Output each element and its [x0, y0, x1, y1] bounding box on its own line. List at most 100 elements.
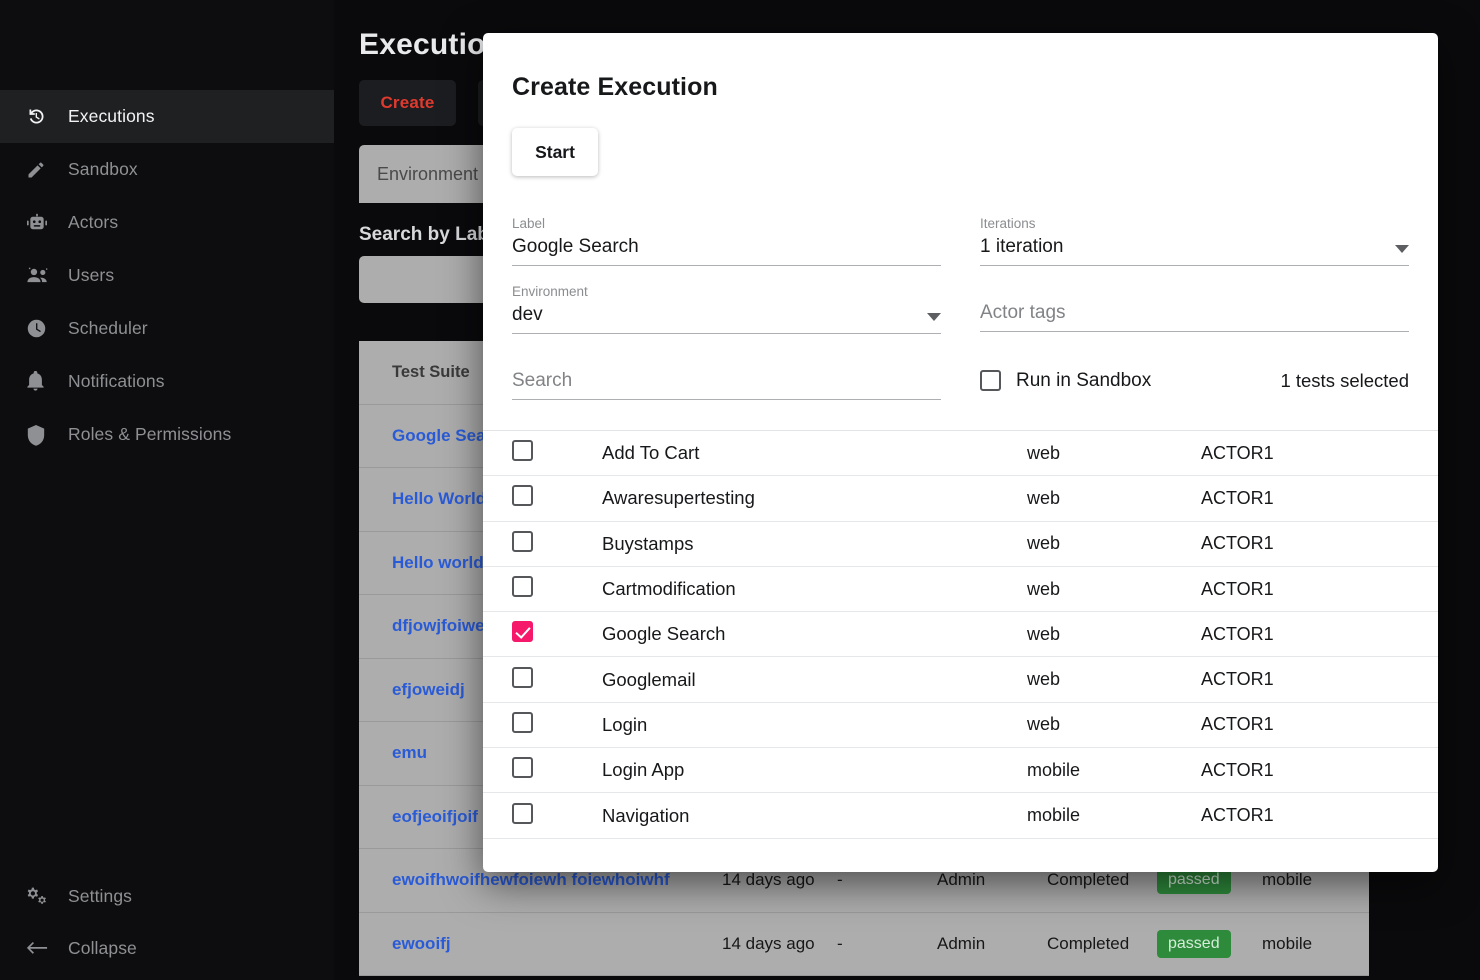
test-list-item[interactable]: Googlemail web ACTOR1 [483, 657, 1438, 703]
run-in-sandbox-checkbox[interactable] [980, 370, 1001, 391]
test-search-placeholder: Search [512, 370, 573, 391]
execution-type: mobile [1262, 933, 1313, 953]
test-checkbox[interactable] [512, 802, 533, 824]
execution-duration: - [837, 933, 843, 953]
test-select-cell[interactable] [512, 711, 602, 738]
test-name: Navigation [602, 804, 690, 826]
test-name: Login [602, 713, 648, 735]
execution-status: Completed [1047, 870, 1130, 890]
robot-icon [26, 212, 52, 234]
table-row[interactable]: ewooifj 14 days ago - Admin Completed passed m… [359, 913, 1369, 976]
label-field-caption: Label [512, 216, 546, 231]
test-name: Google Search [602, 623, 726, 645]
test-select-cell[interactable] [512, 802, 602, 829]
sidebar-item-notifications[interactable]: Notifications [0, 355, 334, 408]
sidebar-item-label: Sandbox [68, 159, 138, 179]
create-button[interactable]: Create [359, 80, 456, 126]
test-actor: ACTOR1 [1201, 578, 1274, 599]
test-type: web [1027, 669, 1061, 690]
test-checkbox[interactable] [512, 757, 533, 779]
sidebar-item-users[interactable]: Users [0, 249, 334, 302]
test-select-cell[interactable] [512, 440, 602, 466]
sidebar-bottom: Settings Collapse [0, 870, 334, 980]
sidebar-item-label: Roles & Permissions [68, 424, 232, 444]
start-button[interactable]: Start [512, 128, 598, 176]
test-checkbox[interactable] [512, 485, 533, 507]
history-icon [26, 106, 52, 128]
test-type: web [1027, 442, 1061, 463]
test-list-item[interactable]: Google Search web ACTOR1 [483, 612, 1438, 658]
test-select-cell[interactable] [512, 576, 602, 602]
sidebar-nav: Executions Sandbox Actors Users Scheduler Not… [0, 90, 334, 461]
execution-suite-link[interactable]: ewooifj [392, 934, 722, 954]
test-actor: ACTOR1 [1201, 669, 1274, 690]
app-root: Executions Sandbox Actors Users Scheduler Not… [0, 0, 1480, 980]
test-search-field[interactable]: Search [512, 334, 941, 400]
clock-icon [26, 318, 52, 340]
test-list-item[interactable]: Buystamps web ACTOR1 [483, 522, 1438, 567]
test-select-cell[interactable] [512, 757, 602, 783]
shield-icon [26, 424, 52, 446]
execution-duration: - [837, 870, 843, 890]
test-name: Googlemail [602, 668, 696, 690]
test-select-cell[interactable] [512, 621, 602, 647]
execution-user: Admin [937, 933, 986, 953]
test-checkbox[interactable] [512, 666, 533, 688]
test-name: Buystamps [602, 532, 694, 554]
sidebar-item-collapse[interactable]: Collapse [0, 922, 334, 974]
sidebar-item-sandbox[interactable]: Sandbox [0, 143, 334, 196]
test-select-cell[interactable] [512, 485, 602, 511]
sidebar-item-scheduler[interactable]: Scheduler [0, 302, 334, 355]
test-list-item[interactable]: Awaresupertesting web ACTOR1 [483, 476, 1438, 522]
test-checkbox[interactable] [512, 711, 533, 733]
execution-user: Admin [937, 870, 986, 890]
execution-suite-link[interactable]: ewoifhwoifhewfoiewh foiewhoiwhf [392, 870, 722, 890]
create-execution-dialog: Create Execution Start Label Google Sear… [483, 33, 1438, 872]
test-select-cell[interactable] [512, 666, 602, 693]
test-list-item[interactable]: Add To Cart web ACTOR1 [483, 431, 1438, 477]
test-select-cell[interactable] [512, 530, 602, 557]
test-actor: ACTOR1 [1201, 487, 1274, 508]
sidebar-item-executions[interactable]: Executions [0, 90, 334, 143]
test-checkbox[interactable] [512, 576, 533, 598]
execution-result: passed [1157, 929, 1262, 958]
test-actor: ACTOR1 [1201, 805, 1274, 826]
label-field-value: Google Search [512, 236, 639, 257]
test-actor: ACTOR1 [1201, 442, 1274, 463]
chevron-down-icon[interactable] [1395, 245, 1409, 253]
gear-icon [26, 885, 52, 907]
actor-tags-placeholder: Actor tags [980, 302, 1066, 323]
sidebar-item-label: Notifications [68, 371, 165, 391]
test-name: Cartmodification [602, 578, 736, 600]
sidebar-item-label: Users [68, 265, 115, 285]
test-list-item[interactable]: Navigation mobile ACTOR1 [483, 793, 1438, 839]
chevron-down-icon[interactable] [927, 313, 941, 321]
sidebar-item-roles-permissions[interactable]: Roles & Permissions [0, 408, 334, 461]
users-icon [26, 265, 52, 287]
test-type: web [1027, 578, 1061, 599]
test-type: web [1027, 714, 1061, 735]
sidebar-item-settings[interactable]: Settings [0, 870, 334, 922]
test-actor: ACTOR1 [1201, 759, 1274, 780]
environment-field[interactable]: Environment dev [512, 266, 941, 334]
test-list-item[interactable]: Login web ACTOR1 [483, 703, 1438, 749]
test-name: Awaresupertesting [602, 487, 755, 509]
sidebar-item-label: Collapse [68, 937, 137, 958]
run-in-sandbox-toggle[interactable]: Run in Sandbox [980, 370, 1151, 392]
test-type: mobile [1027, 759, 1081, 780]
tests-selected-count: 1 tests selected [1280, 369, 1409, 391]
sidebar-item-actors[interactable]: Actors [0, 196, 334, 249]
test-list-item[interactable]: Cartmodification web ACTOR1 [483, 567, 1438, 613]
label-field[interactable]: Label Google Search [512, 198, 941, 266]
actor-tags-field[interactable]: Actor tags [980, 266, 1409, 334]
test-name: Add To Cart [602, 442, 700, 464]
test-checkbox[interactable] [512, 530, 533, 552]
execution-status: Completed [1047, 933, 1130, 953]
test-list-item[interactable]: Login App mobile ACTOR1 [483, 748, 1438, 794]
test-checkbox[interactable] [512, 440, 533, 462]
test-checkbox[interactable] [512, 621, 533, 643]
iterations-field[interactable]: Iterations 1 iteration [980, 198, 1409, 266]
execution-form: Label Google Search Iterations 1 iterati… [512, 198, 1409, 334]
iterations-field-caption: Iterations [980, 216, 1036, 231]
iterations-field-value: 1 iteration [980, 236, 1064, 257]
